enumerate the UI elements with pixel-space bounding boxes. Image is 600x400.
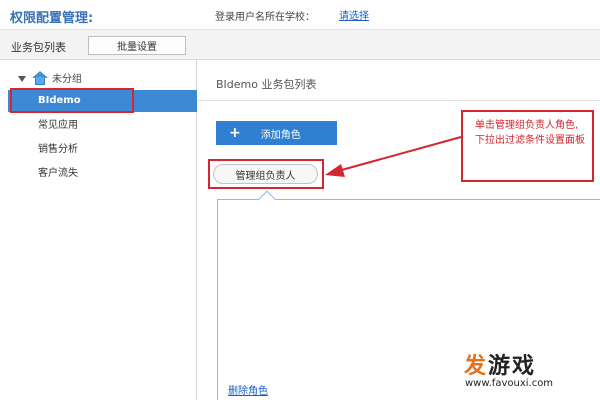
page-title: 权限配置管理:: [10, 11, 94, 26]
sidebar-item-common-apps[interactable]: 常见应用: [8, 115, 197, 137]
tree-root-ungrouped[interactable]: 未分组: [18, 70, 82, 85]
top-header: 权限配置管理: 登录用户名所在学校： 请选择: [0, 0, 600, 30]
select-school-link[interactable]: 请选择: [339, 7, 369, 22]
sidebar-item-label: 客户流失: [38, 168, 78, 179]
sidebar-item-sales-analysis[interactable]: 销售分析: [8, 139, 197, 161]
watermark: 发游戏 www.favouxi.com: [464, 348, 594, 396]
caret-down-icon[interactable]: [18, 75, 26, 82]
watermark-logo: 发游戏: [464, 354, 537, 379]
tree-root-label: 未分组: [52, 74, 82, 85]
panel-title: BIdemo 业务包列表: [216, 78, 317, 91]
plus-icon: +: [229, 125, 241, 141]
batch-settings-button[interactable]: 批量设置: [88, 36, 186, 55]
sidebar-item-label: 常见应用: [38, 120, 78, 131]
package-list-label: 业务包列表: [11, 41, 66, 54]
sidebar-item-label: 销售分析: [38, 144, 78, 155]
add-role-button[interactable]: + 添加角色: [216, 121, 337, 145]
add-role-label: 添加角色: [260, 129, 301, 141]
toolbar: 业务包列表 批量设置: [0, 30, 600, 60]
annotation-callout: 单击管理组负责人角色,下拉出过滤条件设置面板: [461, 110, 594, 182]
highlight-box-selected-item: [10, 88, 134, 113]
sidebar-item-customer-churn[interactable]: 客户流失: [8, 163, 197, 185]
login-school-label: 登录用户名所在学校：: [215, 12, 315, 23]
delete-role-link[interactable]: 删除角色: [228, 382, 268, 397]
manager-role-button[interactable]: 管理组负责人: [213, 164, 318, 184]
watermark-url: www.favouxi.com: [465, 378, 554, 389]
title-divider: [198, 100, 600, 101]
house-icon: [32, 70, 48, 85]
